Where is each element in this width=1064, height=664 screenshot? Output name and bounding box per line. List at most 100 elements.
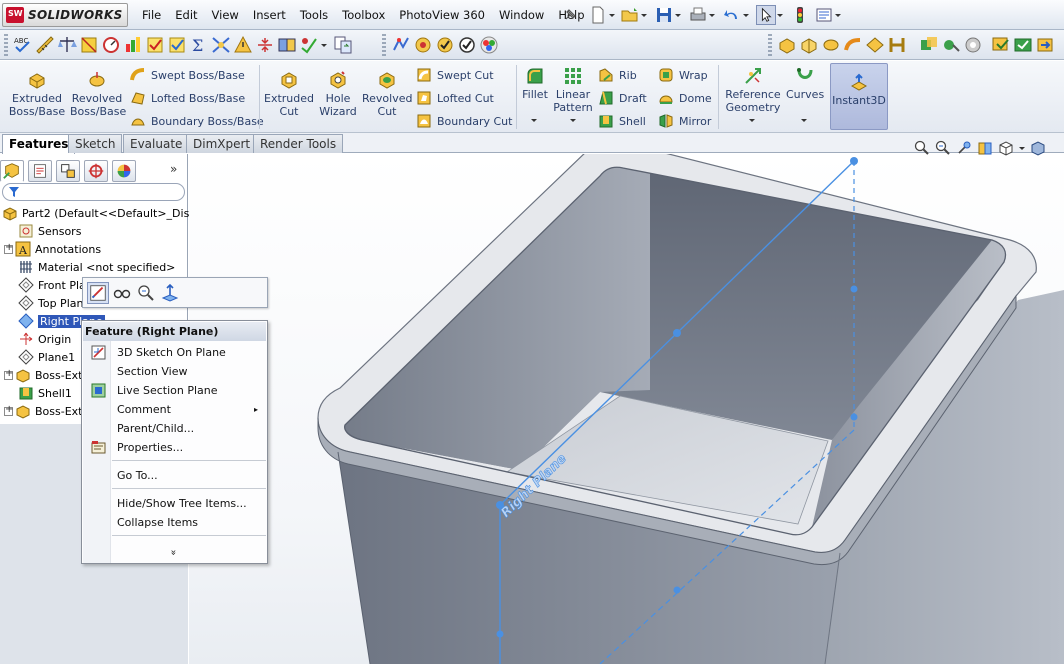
- sketch-icon[interactable]: [87, 282, 109, 304]
- curves-button[interactable]: Curves: [786, 66, 824, 101]
- revolved-cut-button[interactable]: Revolved Cut: [362, 70, 412, 118]
- extrude-toolbar-icon[interactable]: [776, 34, 798, 56]
- swept-boss-button[interactable]: Swept Boss/Base: [130, 65, 245, 85]
- expand-toggle[interactable]: [4, 368, 13, 380]
- curves-dropdown-arrow[interactable]: [801, 119, 809, 125]
- simulation-icon[interactable]: [412, 34, 434, 56]
- appearance-icon[interactable]: [478, 34, 500, 56]
- new-dropdown-arrow[interactable]: [608, 5, 616, 25]
- save-dropdown-arrow[interactable]: [674, 5, 682, 25]
- dimxpert-manager-tab-icon[interactable]: [84, 160, 108, 182]
- instant3d-button[interactable]: Instant3D: [830, 63, 888, 130]
- file-properties-icon[interactable]: [814, 5, 834, 25]
- hide-show-icon[interactable]: [111, 282, 133, 304]
- expand-toggle[interactable]: [4, 242, 13, 254]
- menu-item-parent-child[interactable]: Parent/Child...: [83, 419, 266, 438]
- save-icon[interactable]: [654, 5, 674, 25]
- tree-item-front-plane[interactable]: Front Pla: [7, 276, 86, 294]
- tree-item-sensors[interactable]: Sensors: [7, 222, 81, 240]
- toolbar-grip[interactable]: [4, 34, 8, 56]
- assembly-feature-icon[interactable]: [962, 34, 984, 56]
- revolved-boss-button[interactable]: Revolved Boss/Base: [70, 70, 126, 118]
- zoom-to-selection-icon[interactable]: [135, 282, 157, 304]
- expand-toggle[interactable]: [4, 404, 13, 416]
- toolbar-grip[interactable]: [768, 34, 772, 56]
- feature-tree-filter[interactable]: [2, 183, 185, 201]
- configuration-manager-tab-icon[interactable]: [56, 160, 80, 182]
- undo-dropdown-arrow[interactable]: [742, 5, 750, 25]
- section-view-icon[interactable]: [977, 140, 993, 156]
- tree-item-annotations[interactable]: A Annotations: [4, 240, 101, 258]
- symmetry-check-icon[interactable]: [276, 34, 298, 56]
- reference-geometry-button[interactable]: Reference Geometry: [722, 66, 784, 114]
- boundary-boss-button[interactable]: Boundary Boss/Base: [130, 111, 264, 131]
- pin-icon[interactable]: [563, 8, 577, 22]
- display-style-icon[interactable]: [1030, 140, 1046, 156]
- display-manager-tab-icon[interactable]: [112, 160, 136, 182]
- tab-evaluate[interactable]: Evaluate: [123, 134, 190, 153]
- menu-item-comment[interactable]: Comment ▸: [83, 400, 266, 419]
- thickness-analysis-icon[interactable]: [254, 34, 276, 56]
- mirror-button[interactable]: Mirror: [658, 111, 711, 131]
- mass-properties-icon[interactable]: [56, 34, 78, 56]
- rebuild-icon[interactable]: [790, 5, 810, 25]
- open-folder-icon[interactable]: [620, 5, 640, 25]
- check-simulation-icon[interactable]: [456, 34, 478, 56]
- tree-item-top-plane[interactable]: Top Plan: [7, 294, 83, 312]
- zoom-to-fit-icon[interactable]: [914, 140, 930, 156]
- select-pointer-icon[interactable]: [756, 5, 776, 25]
- tree-item-boss-extrude-1[interactable]: Boss-Ext: [4, 366, 82, 384]
- more-tabs-chevron[interactable]: »: [170, 162, 177, 176]
- motion-study-icon[interactable]: [390, 34, 412, 56]
- fillet-button[interactable]: Fillet: [520, 66, 550, 101]
- select-dropdown-arrow[interactable]: [776, 5, 784, 25]
- wrap-button[interactable]: Wrap: [658, 65, 708, 85]
- menu-file[interactable]: File: [135, 0, 168, 30]
- menu-tools[interactable]: Tools: [293, 0, 335, 30]
- feature-tree-tab-icon[interactable]: [0, 160, 24, 182]
- previous-view-icon[interactable]: [956, 140, 972, 156]
- menu-item-properties[interactable]: Properties...: [83, 438, 266, 457]
- tree-item-plane1[interactable]: Plane1: [7, 348, 75, 366]
- zoom-to-area-icon[interactable]: [935, 140, 951, 156]
- tree-item-boss-extrude-2[interactable]: Boss-Ext: [4, 402, 82, 420]
- file-properties-dropdown-arrow[interactable]: [834, 5, 842, 25]
- menu-item-go-to[interactable]: Go To...: [83, 466, 266, 485]
- tab-render-tools[interactable]: Render Tools: [253, 134, 344, 153]
- deviation-analysis-icon[interactable]: [232, 34, 254, 56]
- tools-dropdown-arrow[interactable]: [320, 35, 328, 55]
- equations-icon[interactable]: Σ: [188, 34, 210, 56]
- spell-check-icon[interactable]: ABC: [12, 34, 34, 56]
- menu-insert[interactable]: Insert: [246, 0, 293, 30]
- menu-toolbox[interactable]: Toolbox: [335, 0, 392, 30]
- print-icon[interactable]: [688, 5, 708, 25]
- tree-item-material[interactable]: Material <not specified>: [7, 258, 175, 276]
- geometry-analysis-icon[interactable]: [210, 34, 232, 56]
- explode-view-icon[interactable]: [990, 34, 1012, 56]
- menu-item-live-section-plane[interactable]: Live Section Plane: [83, 381, 266, 400]
- tab-dimxpert[interactable]: DimXpert: [186, 134, 258, 153]
- undo-icon[interactable]: [722, 5, 742, 25]
- print-dropdown-arrow[interactable]: [708, 5, 716, 25]
- menu-photoview[interactable]: PhotoView 360: [392, 0, 492, 30]
- smart-fastener-icon[interactable]: [940, 34, 962, 56]
- extruded-cut-button[interactable]: Extruded Cut: [264, 70, 314, 118]
- sensor-icon[interactable]: [100, 34, 122, 56]
- measure-icon[interactable]: [34, 34, 56, 56]
- revolve-toolbar-icon[interactable]: [820, 34, 842, 56]
- feature-stats-icon[interactable]: [166, 34, 188, 56]
- view-orientation-icon[interactable]: [998, 140, 1014, 156]
- sweep-toolbar-icon[interactable]: [842, 34, 864, 56]
- menu-item-collapse-items[interactable]: Collapse Items: [83, 513, 266, 532]
- property-manager-tab-icon[interactable]: [28, 160, 52, 182]
- boundary-cut-button[interactable]: Boundary Cut: [416, 111, 512, 131]
- dome-button[interactable]: Dome: [658, 88, 712, 108]
- section-properties-icon[interactable]: [78, 34, 100, 56]
- tab-sketch[interactable]: Sketch: [68, 134, 123, 153]
- menu-item-hide-show-tree-items[interactable]: Hide/Show Tree Items...: [83, 494, 266, 513]
- hole-wizard-button[interactable]: Hole Wizard: [316, 70, 360, 118]
- linear-pattern-button[interactable]: Linear Pattern: [552, 66, 594, 114]
- menu-window[interactable]: Window: [492, 0, 551, 30]
- rib-button[interactable]: Rib: [598, 65, 637, 85]
- tree-item-part[interactable]: Part2 (Default<<Default>_Displa: [2, 204, 206, 222]
